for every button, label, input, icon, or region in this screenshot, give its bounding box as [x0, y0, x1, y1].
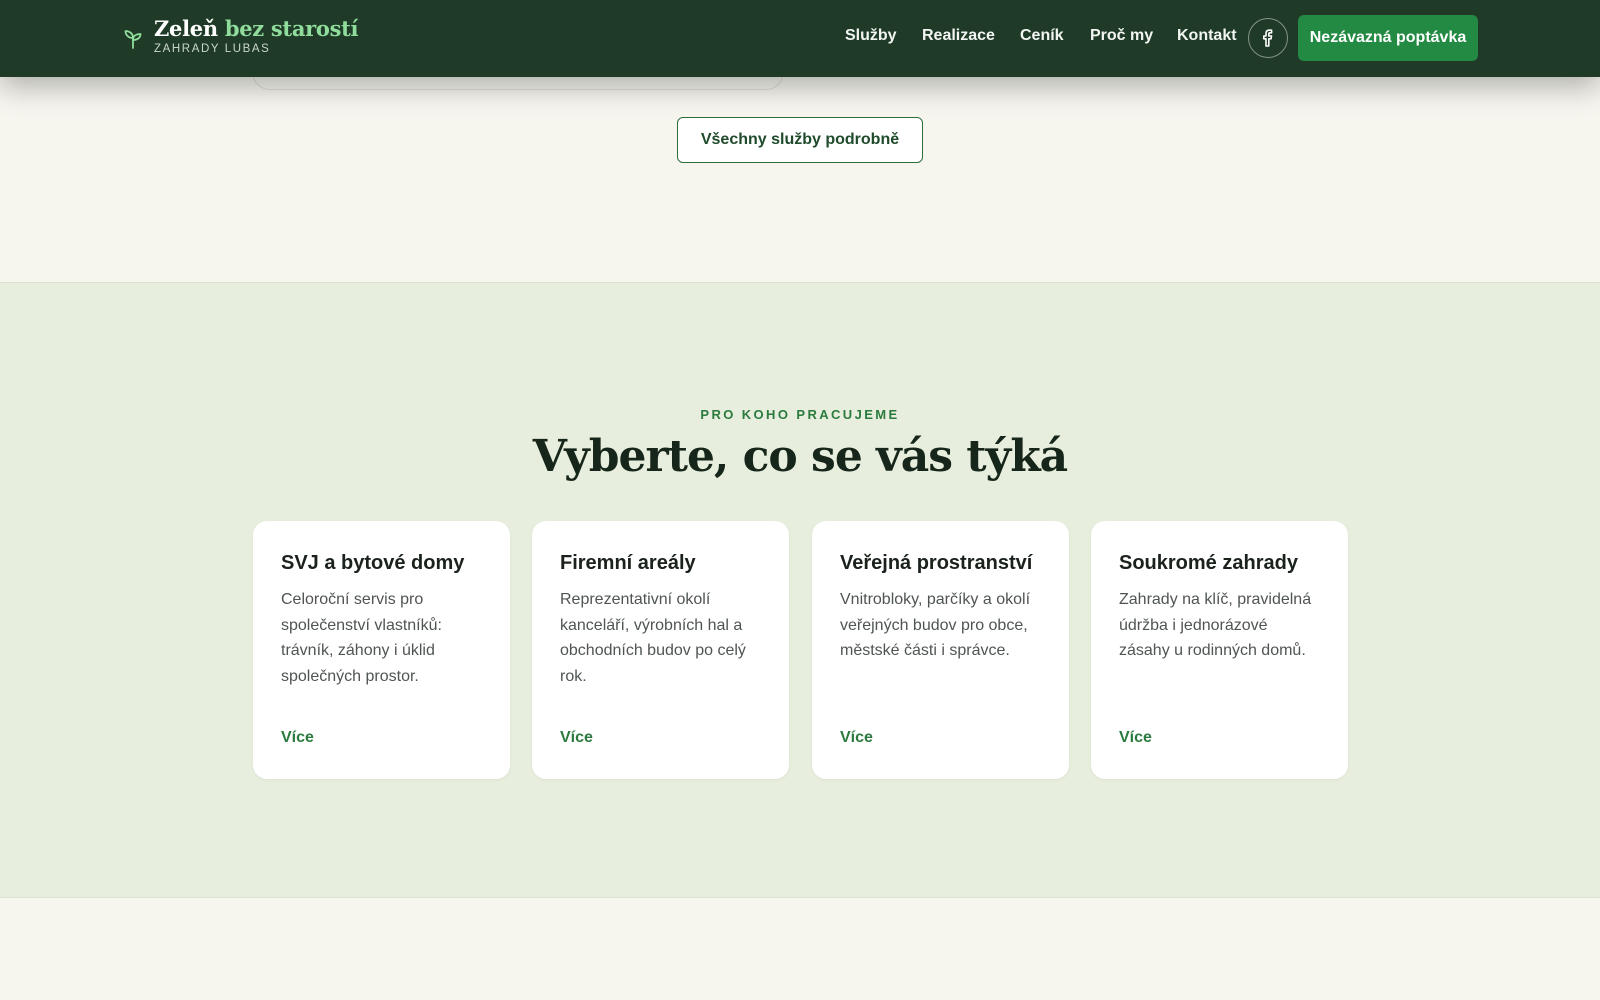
audience-section: PRO KOHO PRACUJEME Vyberte, co se vás tý…	[0, 282, 1600, 898]
audience-card-soukrome-zahrady[interactable]: Soukromé zahrady Zahrady na klíč, pravid…	[1091, 521, 1348, 779]
audience-cards: SVJ a bytové domy Celoroční servis pro s…	[253, 521, 1348, 779]
nav-link-kontakt[interactable]: Kontakt	[1177, 27, 1237, 45]
nav-link-sluzby[interactable]: Služby	[845, 27, 897, 45]
card-text: Celoroční servis pro společenství vlastn…	[281, 591, 442, 685]
nav-link-proc-my[interactable]: Proč my	[1090, 27, 1153, 45]
card-title: Soukromé zahrady	[1119, 552, 1298, 574]
card-title: Veřejná prostranství	[840, 552, 1033, 574]
section-title: Vyberte, co se vás týká	[532, 431, 1068, 482]
card-more-link[interactable]: Více	[281, 729, 314, 747]
card-text: Zahrady na klíč, pravidelná údržba i jed…	[1119, 591, 1312, 659]
card-title: Firemní areály	[560, 552, 696, 574]
all-services-button[interactable]: Všechny služby podrobně	[677, 117, 923, 163]
card-text: Vnitrobloky, parčíky a okolí veřejných b…	[840, 591, 1031, 659]
nav-link-cenik[interactable]: Ceník	[1020, 27, 1064, 45]
card-title: SVJ a bytové domy	[281, 552, 465, 574]
card-more-link[interactable]: Více	[1119, 729, 1152, 747]
site-header: Zeleň bez starostí ZAHRADY LUBAS Služby …	[0, 0, 1600, 77]
facebook-icon	[1263, 29, 1273, 47]
facebook-button[interactable]	[1248, 18, 1288, 58]
card-more-link[interactable]: Více	[840, 729, 873, 747]
audience-card-svj[interactable]: SVJ a bytové domy Celoroční servis pro s…	[253, 521, 510, 779]
nav-link-realizace[interactable]: Realizace	[922, 27, 995, 45]
card-text: Reprezentativní okolí kanceláří, výrobní…	[560, 591, 746, 685]
audience-card-verejna-prostranstvi[interactable]: Veřejná prostranství Vnitrobloky, parčík…	[812, 521, 1069, 779]
section-eyebrow: PRO KOHO PRACUJEME	[700, 407, 900, 422]
inquiry-button[interactable]: Nezávazná poptávka	[1298, 15, 1478, 61]
audience-card-firemni-arealy[interactable]: Firemní areály Reprezentativní okolí kan…	[532, 521, 789, 779]
card-more-link[interactable]: Více	[560, 729, 593, 747]
